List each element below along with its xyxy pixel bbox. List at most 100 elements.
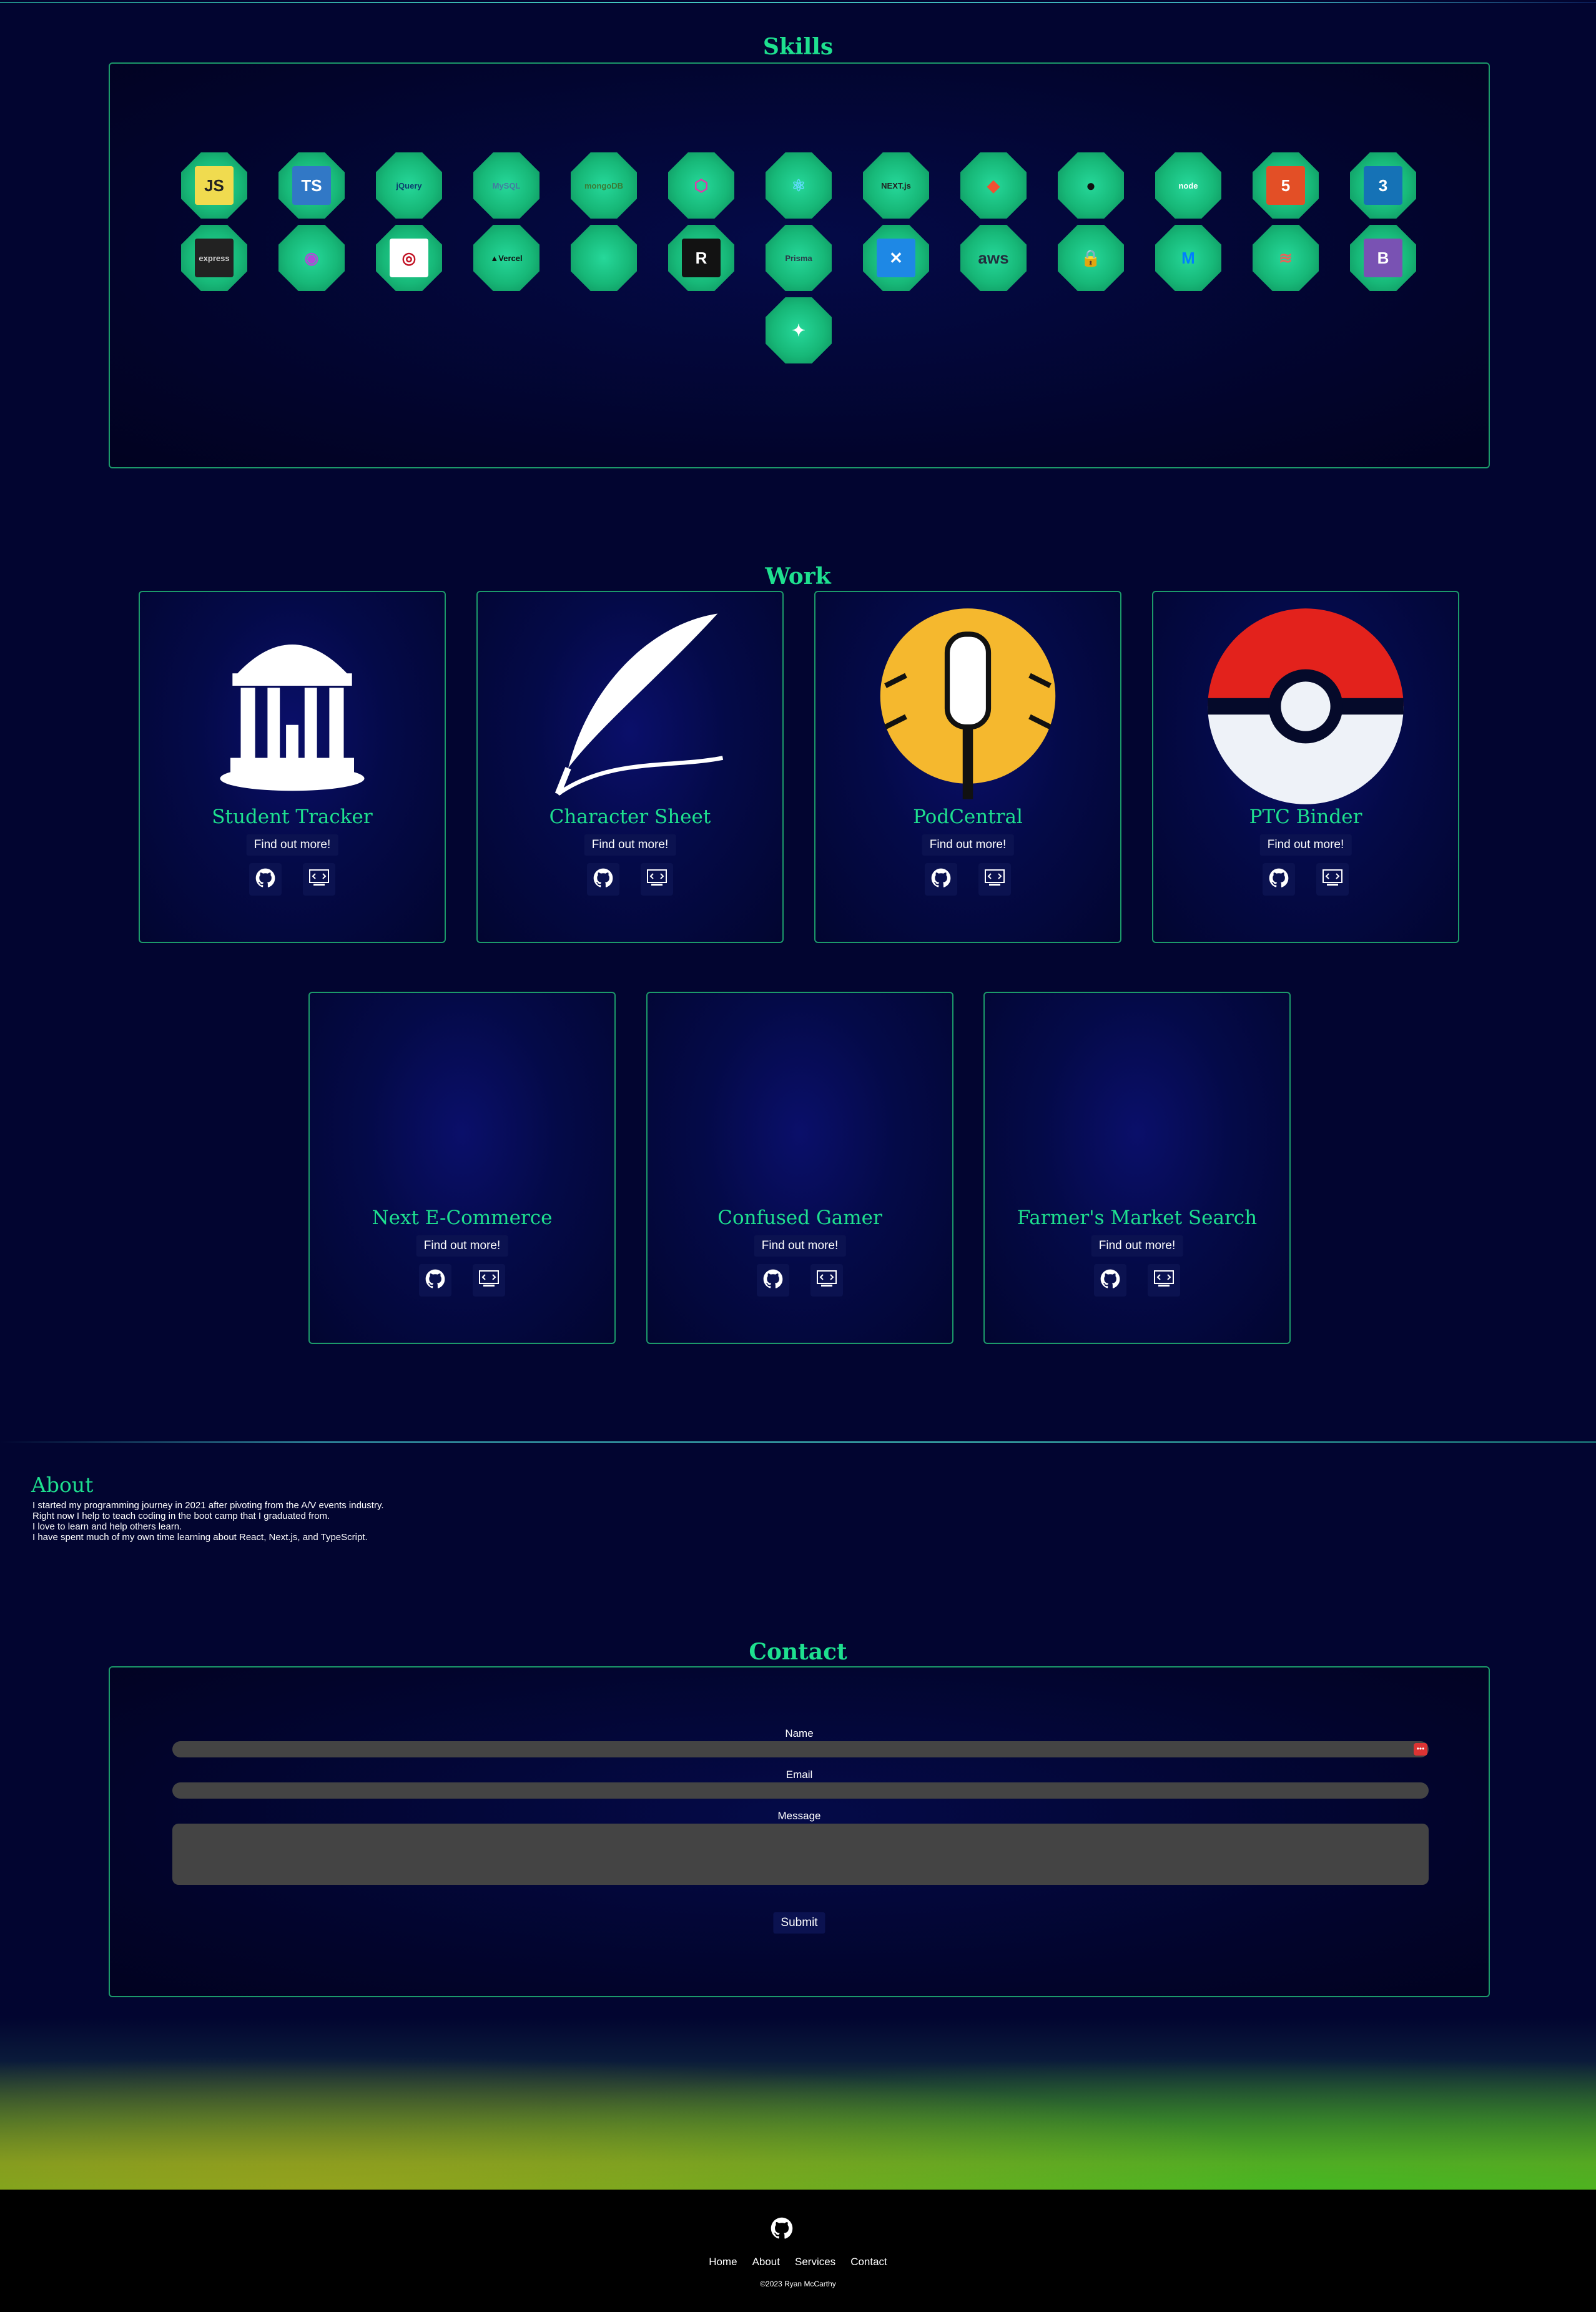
remix-icon: R bbox=[682, 239, 721, 277]
project-links bbox=[310, 1264, 614, 1297]
skill-nodejs: node bbox=[1155, 152, 1221, 219]
skill-material-ui: M bbox=[1155, 225, 1221, 291]
material-ui-icon: M bbox=[1181, 248, 1195, 267]
skill-heroku: ≋ bbox=[1253, 225, 1319, 291]
find-out-more-button[interactable]: Find out more! bbox=[246, 834, 338, 856]
about-divider bbox=[0, 1441, 1596, 1443]
name-field[interactable]: ••• bbox=[172, 1741, 1429, 1757]
typescript-icon: TS bbox=[292, 166, 331, 205]
project-title: Farmer's Market Search bbox=[1017, 1207, 1258, 1229]
website-icon bbox=[1322, 869, 1343, 891]
project-links bbox=[140, 863, 445, 896]
skill-bootstrap: B bbox=[1350, 225, 1416, 291]
live-site-link[interactable] bbox=[810, 1264, 843, 1297]
skill-auth: ◉ bbox=[278, 225, 345, 291]
html5-icon: 5 bbox=[1266, 166, 1305, 205]
live-site-link[interactable] bbox=[1148, 1264, 1180, 1297]
find-out-more-button[interactable]: Find out more! bbox=[1091, 1235, 1183, 1257]
submit-button[interactable]: Submit bbox=[773, 1912, 825, 1934]
github-icon bbox=[425, 1269, 445, 1292]
website-icon bbox=[646, 869, 667, 891]
microphone-icon bbox=[865, 603, 1071, 809]
project-links bbox=[478, 863, 782, 896]
live-site-link[interactable] bbox=[473, 1264, 505, 1297]
express-icon: express bbox=[195, 239, 234, 277]
skill-html5: 5 bbox=[1253, 152, 1319, 219]
project-title: Student Tracker bbox=[212, 806, 373, 828]
github-icon bbox=[255, 868, 275, 891]
about-line: I started my programming journey in 2021… bbox=[32, 1500, 384, 1511]
autofill-icon[interactable]: ••• bbox=[1414, 1743, 1427, 1756]
footer: Home About Services Contact ©2023 Ryan M… bbox=[0, 2190, 1596, 2312]
skill-vercel: ▲Vercel bbox=[473, 225, 539, 291]
about-line: Right now I help to teach coding in the … bbox=[32, 1511, 330, 1521]
github-icon: ● bbox=[1086, 175, 1096, 195]
skill-ruby bbox=[571, 225, 637, 291]
well-icon bbox=[189, 603, 395, 809]
contact-heading: Contact bbox=[749, 1639, 847, 1665]
github-link[interactable] bbox=[1263, 863, 1295, 896]
footer-nav: Home About Services Contact bbox=[0, 2256, 1596, 2268]
skill-jira: ✕ bbox=[863, 225, 929, 291]
pokeball-icon bbox=[1203, 603, 1409, 809]
mongodb-icon: mongoDB bbox=[584, 180, 624, 190]
find-out-more-button[interactable]: Find out more! bbox=[754, 1235, 846, 1257]
github-link[interactable] bbox=[249, 863, 282, 896]
skill-git: ◆ bbox=[960, 152, 1027, 219]
nextjs-icon: NEXT.js bbox=[881, 180, 911, 190]
project-card: PodCentral Find out more! bbox=[814, 591, 1121, 943]
project-card: Next E-Commerce Find out more! bbox=[308, 992, 616, 1344]
prisma-icon: Prisma bbox=[785, 253, 812, 263]
github-link[interactable] bbox=[757, 1264, 789, 1297]
find-out-more-button[interactable]: Find out more! bbox=[1259, 834, 1352, 856]
skill-security: 🔒 bbox=[1058, 225, 1124, 291]
live-site-link[interactable] bbox=[303, 863, 335, 896]
github-link[interactable] bbox=[1094, 1264, 1126, 1297]
project-card: Confused Gamer Find out more! bbox=[646, 992, 953, 1344]
project-links bbox=[648, 1264, 952, 1297]
skill-nextjs: NEXT.js bbox=[863, 152, 929, 219]
footer-link-about[interactable]: About bbox=[752, 2256, 780, 2268]
aws-icon: aws bbox=[978, 248, 1009, 267]
find-out-more-button[interactable]: Find out more! bbox=[922, 834, 1014, 856]
project-card: PTC Binder Find out more! bbox=[1152, 591, 1459, 943]
name-label: Name bbox=[785, 1727, 814, 1739]
find-out-more-button[interactable]: Find out more! bbox=[584, 834, 676, 856]
footer-link-contact[interactable]: Contact bbox=[850, 2256, 887, 2268]
project-card: Character Sheet Find out more! bbox=[476, 591, 784, 943]
github-icon bbox=[1100, 1269, 1120, 1292]
live-site-link[interactable] bbox=[641, 863, 673, 896]
footer-link-home[interactable]: Home bbox=[709, 2256, 737, 2268]
about-text: I started my programming journey in 2021… bbox=[32, 1500, 384, 1543]
skill-javascript: JS bbox=[181, 152, 247, 219]
jest-icon: ◎ bbox=[390, 239, 428, 277]
about-heading: About bbox=[31, 1473, 94, 1497]
github-icon[interactable] bbox=[771, 2217, 793, 2240]
live-site-link[interactable] bbox=[978, 863, 1011, 896]
javascript-icon: JS bbox=[195, 166, 234, 205]
nodejs-icon: node bbox=[1178, 180, 1198, 190]
project-title: PodCentral bbox=[913, 806, 1023, 828]
github-link[interactable] bbox=[925, 863, 957, 896]
jquery-icon: jQuery bbox=[396, 180, 422, 190]
github-icon bbox=[931, 868, 951, 891]
find-out-more-button[interactable]: Find out more! bbox=[416, 1235, 508, 1257]
react-icon: ⚛ bbox=[791, 175, 806, 195]
github-link[interactable] bbox=[419, 1264, 451, 1297]
footer-glow-highlights bbox=[0, 2017, 1596, 2190]
website-icon bbox=[308, 869, 330, 891]
project-links bbox=[1153, 863, 1458, 896]
email-label: Email bbox=[786, 1769, 813, 1781]
skill-css3: 3 bbox=[1350, 152, 1416, 219]
live-site-link[interactable] bbox=[1316, 863, 1349, 896]
skills-heading: Skills bbox=[762, 34, 834, 60]
top-divider bbox=[0, 2, 1596, 3]
bootstrap-icon: B bbox=[1364, 239, 1402, 277]
message-field[interactable] bbox=[172, 1824, 1429, 1885]
contact-panel: Name ••• Email Message Submit bbox=[109, 1666, 1490, 1997]
github-link[interactable] bbox=[587, 863, 619, 896]
project-title: Character Sheet bbox=[549, 806, 711, 828]
email-field[interactable] bbox=[172, 1782, 1429, 1799]
footer-link-services[interactable]: Services bbox=[795, 2256, 835, 2268]
skill-prisma: Prisma bbox=[766, 225, 832, 291]
